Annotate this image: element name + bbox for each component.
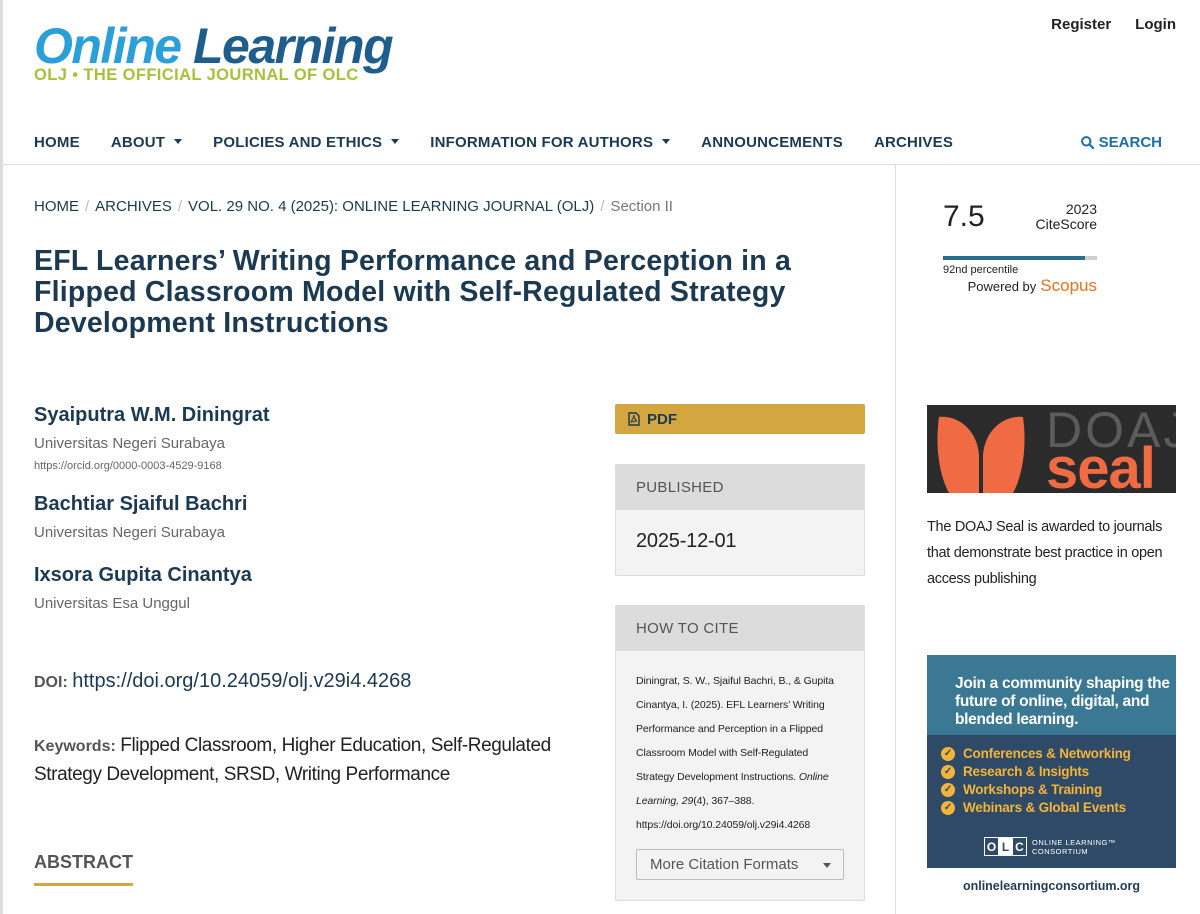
journal-logo[interactable]: Online Learning OLJ • THE OFFICIAL JOURN…: [34, 18, 394, 88]
citation-formats-label: More Citation Formats: [650, 856, 799, 873]
list-item: ✓ Conferences & Networking: [941, 745, 1131, 763]
register-link[interactable]: Register: [1051, 16, 1111, 33]
nav-home[interactable]: HOME: [34, 134, 80, 151]
search-icon: [1080, 136, 1094, 149]
doaj-description: The DOAJ Seal is awarded to journals tha…: [927, 519, 1163, 587]
abstract-heading: ABSTRACT: [34, 852, 133, 886]
olc-banner-heading: Join a community shaping the future of o…: [955, 675, 1170, 728]
user-links: Register Login: [1051, 16, 1176, 33]
sidebar-divider: [895, 165, 896, 914]
breadcrumb-separator: /: [600, 198, 605, 215]
published-date: 2025-12-01: [636, 530, 737, 552]
nav-info-authors-label: INFORMATION FOR AUTHORS: [430, 134, 654, 151]
published-panel: PUBLISHED 2025-12-01: [615, 464, 865, 576]
author-affiliation: Universitas Negeri Surabaya: [34, 524, 225, 541]
doi-link[interactable]: https://doi.org/10.24059/olj.v29i4.4268: [72, 670, 411, 692]
breadcrumb-archives[interactable]: ARCHIVES: [95, 198, 172, 215]
nav-about-label: ABOUT: [110, 134, 166, 151]
olc-feature-list: ✓ Conferences & Networking ✓ Research & In…: [941, 745, 1131, 817]
check-icon: ✓: [941, 801, 955, 815]
olc-url: onlinelearningconsortium.org: [927, 868, 1176, 904]
chevron-down-icon: [823, 863, 831, 868]
doaj-seal-text: seal: [1046, 436, 1156, 493]
keywords-label: Keywords:: [34, 738, 116, 755]
olc-promo-banner[interactable]: Join a community shaping the future of o…: [927, 655, 1176, 904]
breadcrumb-issue[interactable]: VOL. 29 NO. 4 (2025): ONLINE LEARNING JO…: [188, 198, 594, 215]
olc-logo: OLC ONLINE LEARNING™ CONSORTIUM: [984, 837, 1132, 856]
pdf-button[interactable]: PDF: [615, 404, 865, 434]
search-link[interactable]: SEARCH: [1080, 134, 1162, 151]
citation-text: Diningrat, S. W., Sjaiful Bachri, B., & …: [636, 675, 834, 831]
list-item: ✓ Workshops & Training: [941, 781, 1131, 799]
olc-logo-mark: OLC: [984, 837, 1027, 856]
chevron-down-icon: [174, 138, 183, 144]
list-item: ✓ Research & Insights: [941, 763, 1131, 781]
percentile-bar-fill: [943, 256, 1085, 260]
author-name: Syaiputra W.M. Diningrat: [34, 404, 270, 426]
citescore-widget[interactable]: 7.5 2023 CiteScore 92nd percentile Powere…: [943, 196, 1097, 306]
author-name: Bachtiar Sjaiful Bachri: [34, 493, 248, 515]
main-nav: HOME ABOUT POLICIES AND ETHICS INFORMATI…: [0, 122, 1200, 165]
doaj-leaf-icon: [937, 416, 1025, 493]
breadcrumb-separator: /: [85, 198, 90, 215]
breadcrumb: HOME / ARCHIVES / VOL. 29 NO. 4 (2025): …: [34, 198, 673, 215]
breadcrumb-home[interactable]: HOME: [34, 198, 79, 215]
author-list: Syaiputra W.M. Diningrat Universitas Neg…: [34, 404, 594, 612]
nav-policies[interactable]: POLICIES AND ETHICS: [213, 134, 400, 151]
doi-label: DOI:: [34, 674, 68, 691]
nav-info-authors[interactable]: INFORMATION FOR AUTHORS: [430, 134, 671, 151]
percentile-text: 92nd percentile: [943, 264, 1019, 276]
percentile-bar: [943, 256, 1097, 260]
check-icon: ✓: [941, 747, 955, 761]
pdf-label: PDF: [647, 410, 677, 428]
login-link[interactable]: Login: [1135, 16, 1176, 33]
search-label: SEARCH: [1098, 134, 1162, 151]
author-item: Syaiputra W.M. Diningrat Universitas Neg…: [34, 404, 594, 472]
logo-subtitle: OLJ • THE OFFICIAL JOURNAL OF OLC: [34, 66, 359, 84]
nav-announcements[interactable]: ANNOUNCEMENTS: [701, 134, 843, 151]
author-orcid-link[interactable]: https://orcid.org/0000-0003-4529-9168: [34, 460, 594, 472]
list-item: ✓ Webinars & Global Events: [941, 799, 1131, 817]
check-icon: ✓: [941, 765, 955, 779]
chevron-down-icon: [662, 138, 671, 144]
breadcrumb-current: Section II: [610, 198, 673, 215]
doaj-seal-image[interactable]: DOAJ seal: [927, 405, 1176, 493]
citation-formats-dropdown[interactable]: More Citation Formats: [636, 849, 844, 880]
check-icon: ✓: [941, 783, 955, 797]
powered-by-scopus: Powered by Scopus: [967, 276, 1097, 295]
citescore-label: 2023 CiteScore: [1035, 201, 1097, 232]
nav-archives[interactable]: ARCHIVES: [874, 134, 953, 151]
citescore-value: 7.5: [943, 200, 985, 233]
how-to-cite-heading: HOW TO CITE: [616, 606, 864, 651]
author-item: Bachtiar Sjaiful Bachri Universitas Nege…: [34, 493, 594, 541]
nav-policies-label: POLICIES AND ETHICS: [213, 134, 383, 151]
doi-section: DOI: https://doi.org/10.24059/olj.v29i4.…: [34, 670, 411, 693]
author-item: Ixsora Gupita Cinantya Universitas Esa U…: [34, 564, 594, 612]
how-to-cite-panel: HOW TO CITE Diningrat, S. W., Sjaiful Ba…: [615, 605, 865, 901]
keywords-section: Keywords: Flipped Classroom, Higher Educ…: [34, 732, 594, 790]
breadcrumb-separator: /: [177, 198, 183, 215]
nav-about[interactable]: ABOUT: [110, 134, 183, 151]
author-affiliation: Universitas Negeri Surabaya: [34, 435, 225, 452]
author-name: Ixsora Gupita Cinantya: [34, 564, 252, 586]
scopus-logo: Scopus: [1040, 276, 1097, 295]
olc-logo-name: ONLINE LEARNING™ CONSORTIUM: [1032, 837, 1116, 856]
chevron-down-icon: [391, 138, 400, 144]
file-pdf-icon: [628, 412, 640, 426]
article-title: EFL Learners’ Writing Performance and Pe…: [34, 245, 792, 339]
author-affiliation: Universitas Esa Unggul: [34, 595, 190, 612]
published-heading: PUBLISHED: [616, 465, 864, 510]
